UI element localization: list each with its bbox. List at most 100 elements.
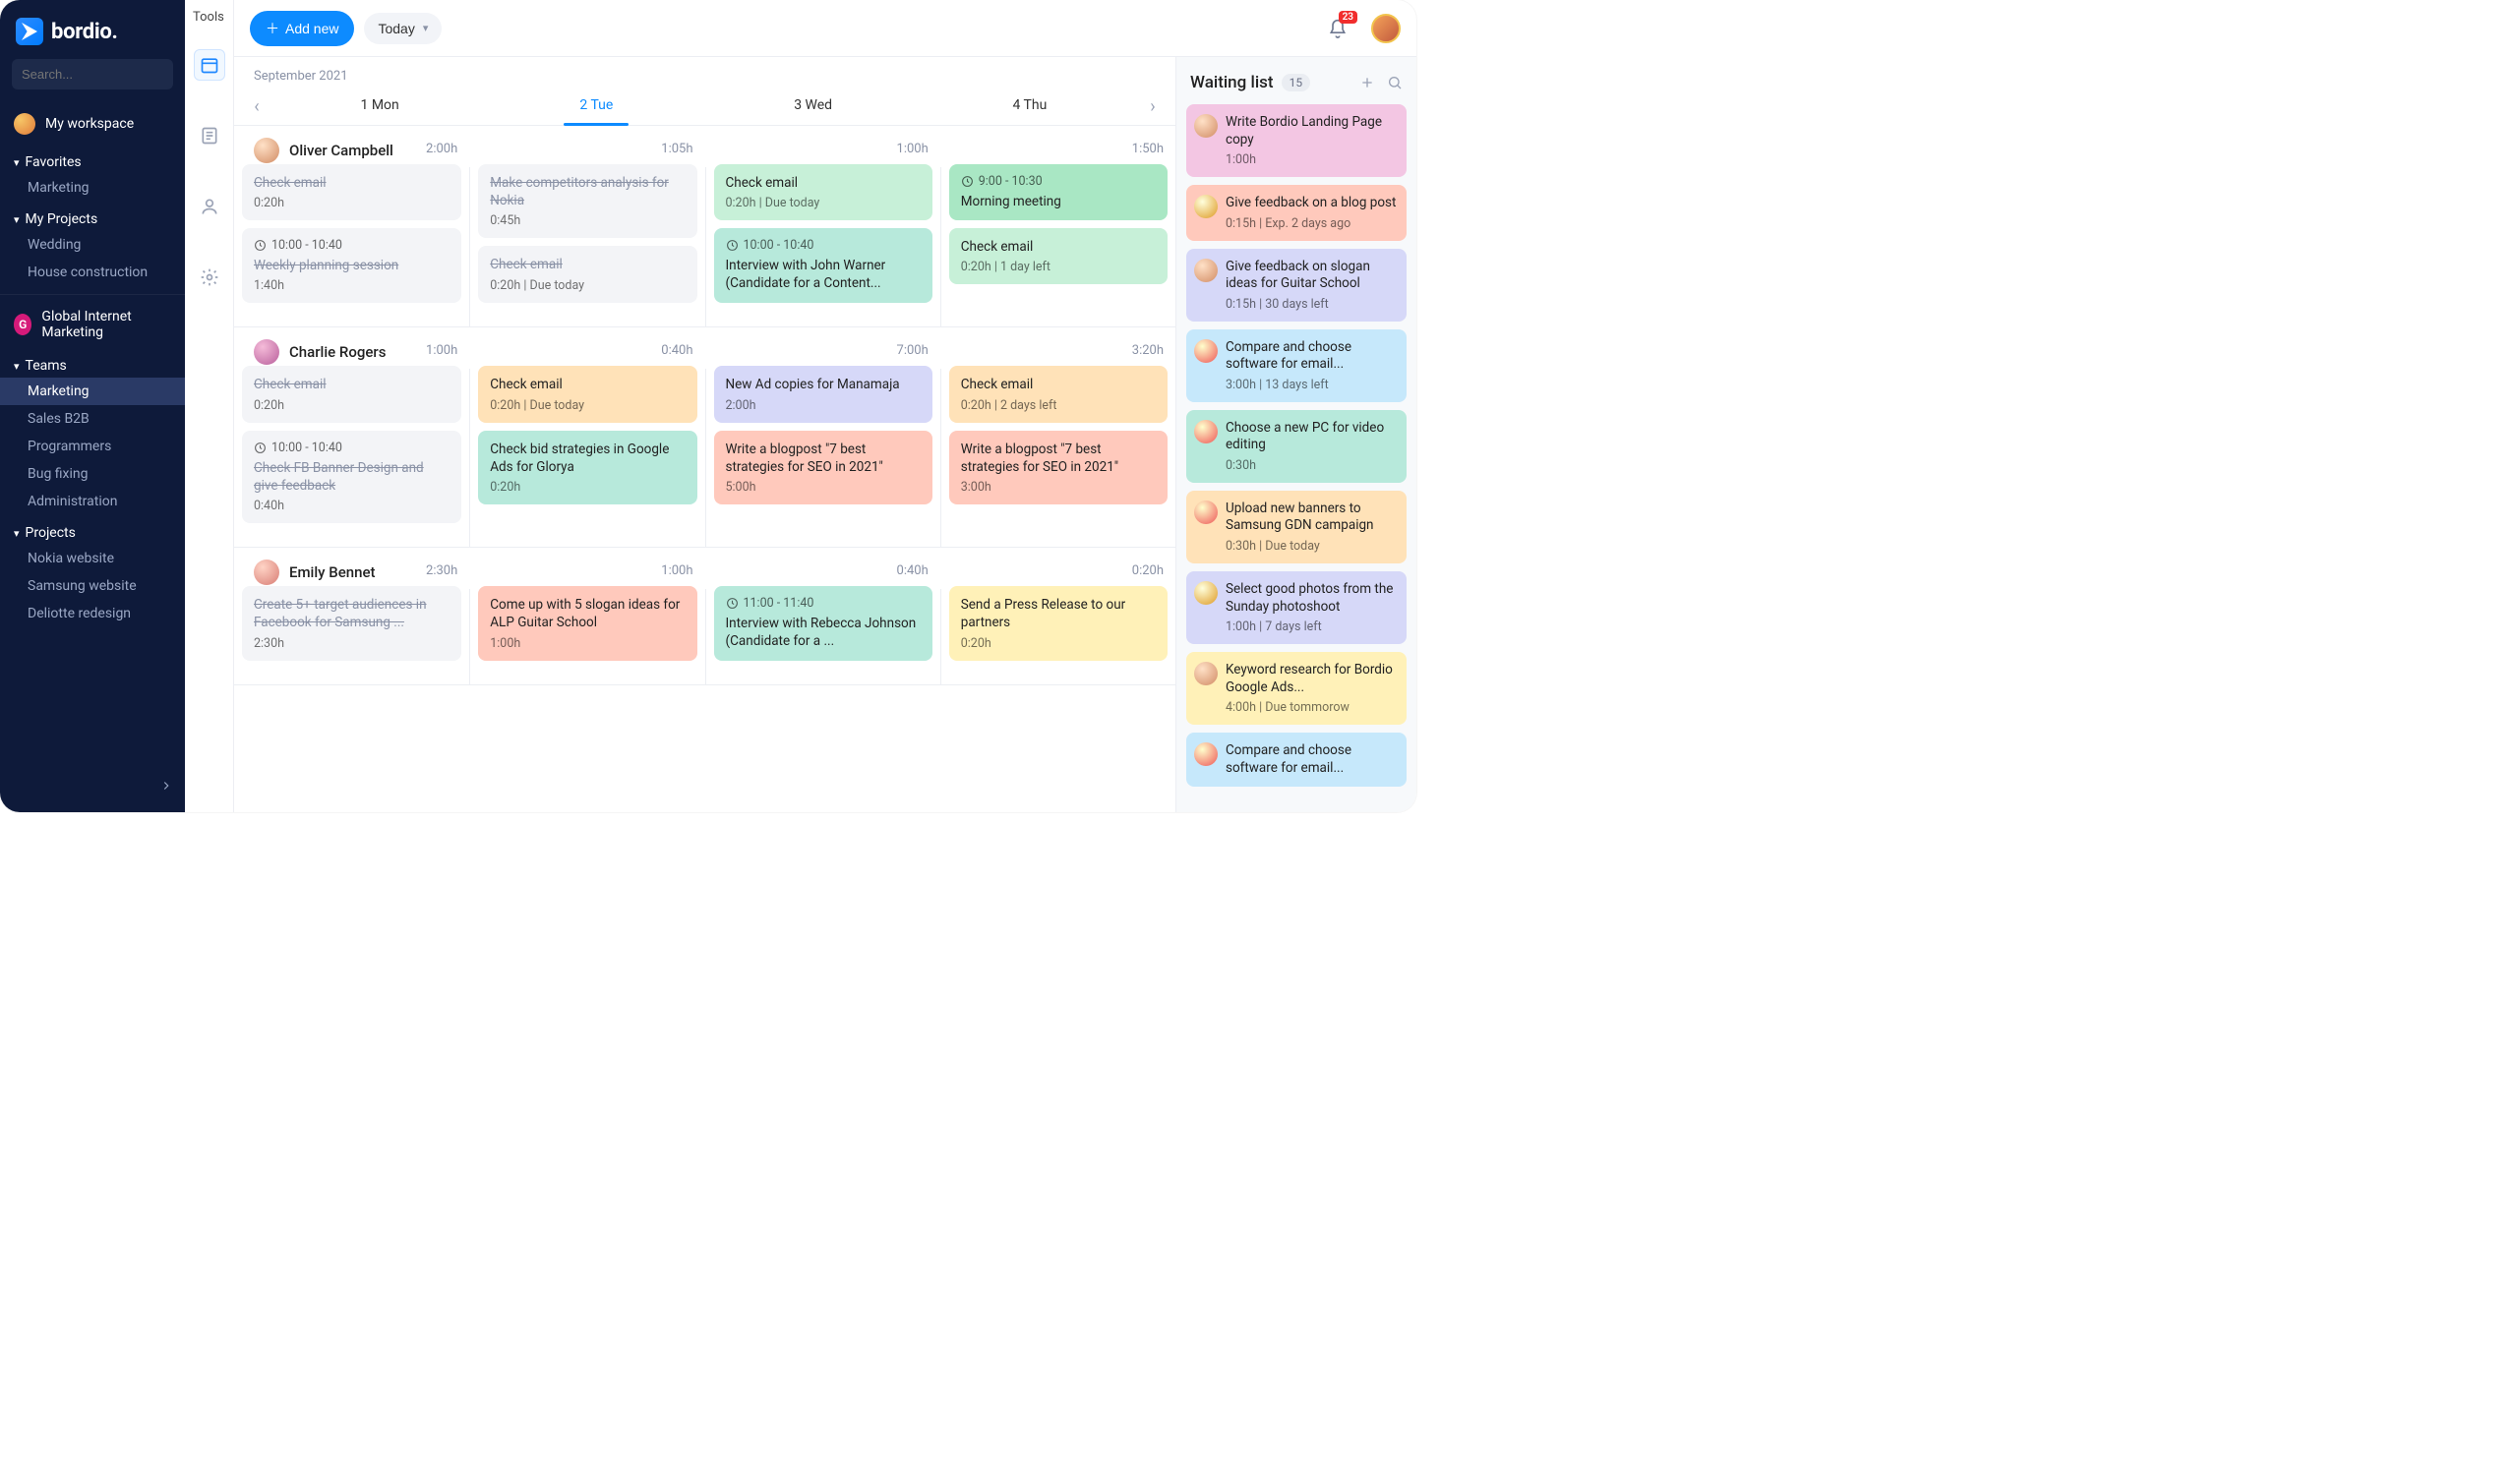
- waiting-card[interactable]: Upload new banners to Samsung GDN campai…: [1186, 491, 1407, 563]
- org-name: Global Internet Marketing: [41, 309, 171, 340]
- card-title: Check bid strategies in Google Ads for G…: [490, 441, 685, 476]
- search-input[interactable]: [22, 67, 195, 82]
- clock-icon: [961, 175, 974, 188]
- tool-calendar[interactable]: [194, 49, 225, 81]
- column-total: 0:40h: [478, 343, 696, 366]
- next-week-button[interactable]: ›: [1138, 96, 1168, 117]
- calendar-days-header: ‹ 1 Mon2 Tue3 Wed4 Thu ›: [234, 84, 1175, 126]
- calendar-day-tab[interactable]: 3 Wed: [705, 88, 922, 125]
- notifications-button[interactable]: 23: [1328, 19, 1348, 38]
- column-total: 0:40h: [714, 563, 932, 586]
- sidebar-item[interactable]: Marketing: [0, 378, 185, 405]
- sidebar-item[interactable]: Sales B2B: [0, 405, 185, 433]
- sidebar-item[interactable]: Samsung website: [0, 572, 185, 600]
- sidebar-org[interactable]: G Global Internet Marketing: [0, 294, 185, 348]
- waiting-card[interactable]: Give feedback on a blog post0:15h | Exp.…: [1186, 185, 1407, 241]
- tool-people[interactable]: [194, 191, 225, 222]
- waiting-card[interactable]: Compare and choose software for email...…: [1186, 329, 1407, 402]
- calendar-month-label: September 2021: [234, 57, 1175, 84]
- task-card[interactable]: Check email0:20h | 1 day left: [949, 228, 1168, 284]
- card-meta: 0:45h: [490, 213, 685, 228]
- logo[interactable]: bordio.: [0, 0, 185, 59]
- task-card[interactable]: Check email0:20h: [242, 164, 461, 220]
- sidebar-item[interactable]: Bug fixing: [0, 460, 185, 488]
- task-card[interactable]: Check email0:20h | Due today: [478, 366, 696, 422]
- task-card[interactable]: 10:00 - 10:40Check FB Banner Design and …: [242, 431, 461, 523]
- calendar-day-tab[interactable]: 2 Tue: [488, 88, 704, 125]
- clock-icon: [254, 442, 267, 454]
- task-card[interactable]: 9:00 - 10:30 Morning meeting: [949, 164, 1168, 220]
- sidebar-item[interactable]: Administration: [0, 488, 185, 515]
- card-meta: 0:20h | 2 days left: [961, 398, 1156, 413]
- sidebar-item[interactable]: Wedding: [0, 231, 185, 259]
- waiting-card[interactable]: Write Bordio Landing Page copy1:00h: [1186, 104, 1407, 177]
- search-input-wrap[interactable]: [12, 59, 173, 89]
- prev-week-button[interactable]: ‹: [242, 96, 271, 117]
- task-card[interactable]: Come up with 5 slogan ideas for ALP Guit…: [478, 586, 696, 660]
- card-meta: 1:00h: [490, 636, 685, 651]
- task-card[interactable]: 11:00 - 11:40Interview with Rebecca John…: [714, 586, 932, 660]
- sidebar-item[interactable]: Marketing: [0, 174, 185, 202]
- task-card[interactable]: Check bid strategies in Google Ads for G…: [478, 431, 696, 504]
- card-title: Write a blogpost "7 best strategies for …: [961, 441, 1156, 476]
- column-total: 2:30h: [242, 563, 461, 586]
- card-meta: 0:20h: [254, 398, 450, 413]
- add-waiting-button[interactable]: [1359, 75, 1375, 90]
- waiting-title-text: Give feedback on slogan ideas for Guitar…: [1226, 259, 1397, 293]
- sidebar-section-projects[interactable]: ▾ Projects: [0, 515, 185, 545]
- day-column: 2:00hCheck email0:20h10:00 - 10:40Weekly…: [234, 167, 469, 326]
- sidebar-collapse-button[interactable]: [159, 779, 173, 793]
- waiting-card[interactable]: Keyword research for Bordio Google Ads..…: [1186, 652, 1407, 725]
- card-title: Interview with Rebecca Johnson (Candidat…: [726, 615, 921, 650]
- day-column: 7:00hNew Ad copies for Manamaja2:00hWrit…: [705, 369, 940, 547]
- card-time: 10:00 - 10:40: [254, 238, 450, 253]
- task-card[interactable]: 10:00 - 10:40Interview with John Warner …: [714, 228, 932, 302]
- task-card[interactable]: New Ad copies for Manamaja2:00h: [714, 366, 932, 422]
- sidebar-item[interactable]: Deliotte redesign: [0, 600, 185, 627]
- clock-icon: [726, 597, 739, 610]
- today-button[interactable]: Today ▾: [364, 13, 442, 44]
- brand-name: bordio.: [51, 20, 118, 44]
- card-meta: 3:00h: [961, 480, 1156, 495]
- task-card[interactable]: Check email0:20h: [242, 366, 461, 422]
- workspace-switcher[interactable]: My workspace: [0, 101, 185, 145]
- card-title: Interview with John Warner (Candidate fo…: [726, 257, 921, 292]
- assignee-avatar-icon: [1194, 662, 1218, 685]
- sidebar: bordio. My workspace ▾ Favorites Marketi…: [0, 0, 185, 812]
- card-time: 9:00 - 10:30: [961, 174, 1156, 189]
- sidebar-section-favorites[interactable]: ▾ Favorites: [0, 145, 185, 174]
- sidebar-item[interactable]: House construction: [0, 259, 185, 286]
- tool-settings[interactable]: [194, 262, 225, 293]
- task-card[interactable]: Make competitors analysis for Nokia0:45h: [478, 164, 696, 238]
- calendar-day-tab[interactable]: 4 Thu: [922, 88, 1138, 125]
- assignee-avatar-icon: [1194, 742, 1218, 766]
- sidebar-section-teams[interactable]: ▾ Teams: [0, 348, 185, 378]
- task-card[interactable]: Check email0:20h | Due today: [714, 164, 932, 220]
- waiting-meta: 0:30h | Due today: [1226, 539, 1397, 554]
- card-title: Morning meeting: [961, 193, 1156, 210]
- user-avatar[interactable]: [1371, 14, 1401, 43]
- waiting-card[interactable]: Select good photos from the Sunday photo…: [1186, 571, 1407, 644]
- task-card[interactable]: Check email0:20h | Due today: [478, 246, 696, 302]
- sidebar-item[interactable]: Nokia website: [0, 545, 185, 572]
- task-card[interactable]: Send a Press Release to our partners0:20…: [949, 586, 1168, 660]
- waiting-card[interactable]: Choose a new PC for video editing0:30h: [1186, 410, 1407, 483]
- chevron-down-icon: ▾: [14, 156, 20, 169]
- card-title: Write a blogpost "7 best strategies for …: [726, 441, 921, 476]
- day-column: 3:20hCheck email0:20h | 2 days leftWrite…: [940, 369, 1175, 547]
- calendar-day-tab[interactable]: 1 Mon: [271, 88, 488, 125]
- task-card[interactable]: Write a blogpost "7 best strategies for …: [949, 431, 1168, 504]
- sidebar-section-myprojects[interactable]: ▾ My Projects: [0, 202, 185, 231]
- waiting-card[interactable]: Give feedback on slogan ideas for Guitar…: [1186, 249, 1407, 322]
- sidebar-item[interactable]: Programmers: [0, 433, 185, 460]
- tool-notes[interactable]: [194, 120, 225, 151]
- task-card[interactable]: 10:00 - 10:40Weekly planning session1:40…: [242, 228, 461, 303]
- card-meta: 0:20h: [254, 196, 450, 210]
- task-card[interactable]: Check email0:20h | 2 days left: [949, 366, 1168, 422]
- task-card[interactable]: Create 5+ target audiences in Facebook f…: [242, 586, 461, 660]
- search-waiting-button[interactable]: [1387, 75, 1403, 90]
- assignee-avatar-icon: [1194, 195, 1218, 218]
- waiting-card[interactable]: Compare and choose software for email...: [1186, 733, 1407, 787]
- task-card[interactable]: Write a blogpost "7 best strategies for …: [714, 431, 932, 504]
- add-new-button[interactable]: ＋ Add new: [250, 11, 354, 46]
